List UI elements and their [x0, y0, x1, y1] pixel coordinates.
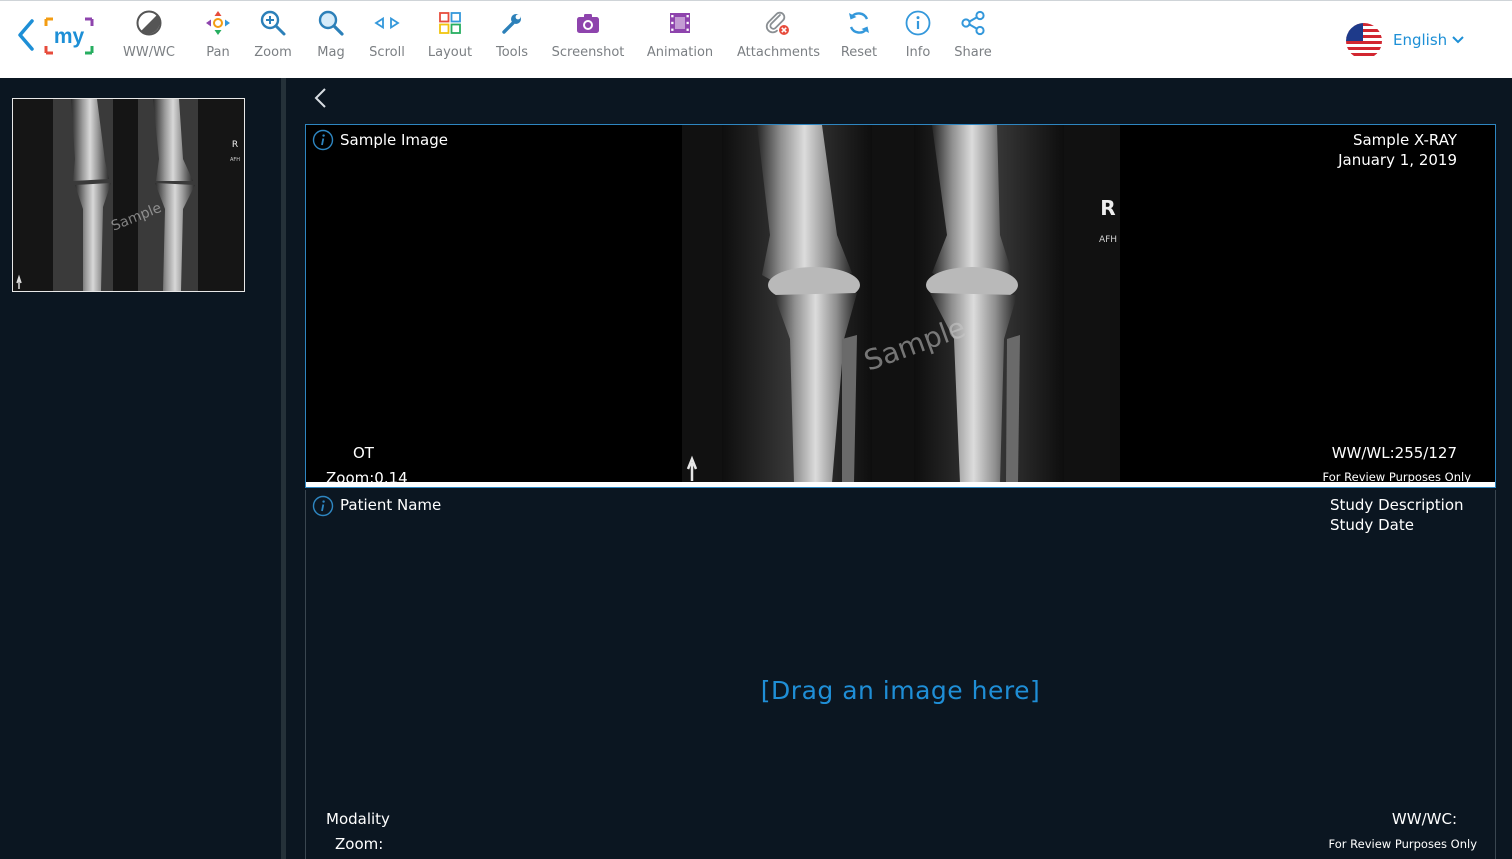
tool-attachments-button[interactable]: Attachments: [737, 7, 820, 69]
tool-screenshot-label: Screenshot: [551, 45, 625, 60]
study-date-label: Study Date: [1330, 516, 1414, 534]
zoom-icon: [260, 10, 286, 36]
tool-tools-label: Tools: [495, 45, 529, 60]
reset-icon: [849, 12, 869, 34]
patient-name-label: Patient Name: [340, 496, 442, 514]
share-icon: [961, 10, 985, 36]
empty-viewport[interactable]: Patient Name Study Description Study Dat…: [305, 490, 1496, 859]
main-toolbar: my WW/WC Pan Zoom Mag Scroll Layout Tool…: [0, 0, 1512, 78]
modality-value: OT: [353, 444, 374, 462]
viewport-info-icon[interactable]: [312, 495, 334, 517]
language-label: English: [1393, 31, 1448, 49]
series-thumbnail[interactable]: R AFH Sample: [12, 98, 245, 292]
svg-text:R: R: [232, 140, 238, 150]
active-viewport[interactable]: R AFH Sample Sample Image Sample X-RAY J…: [305, 124, 1496, 488]
review-disclaimer: For Review Purposes Only: [1328, 837, 1477, 851]
us-flag-icon: [1346, 23, 1382, 59]
thumbnail-xray-image: R AFH Sample: [13, 99, 244, 291]
drag-image-prompt: [Drag an image here]: [760, 676, 1041, 705]
tool-share-button[interactable]: Share: [933, 7, 1013, 69]
info-icon: [905, 10, 931, 36]
tool-animation-label: Animation: [646, 45, 714, 60]
window-width-center-label: WW/WC:: [1391, 810, 1457, 828]
study-description: Sample X-RAY: [1352, 131, 1457, 149]
viewport-info-icon[interactable]: [312, 129, 334, 151]
magnifier-icon: [318, 10, 344, 36]
thumbnail-panel: R AFH Sample: [0, 78, 281, 859]
svg-text:AFH: AFH: [1099, 235, 1117, 245]
wrench-icon: [502, 14, 521, 34]
xray-image: R AFH Sample: [682, 125, 1120, 483]
viewport-scrollbar[interactable]: [306, 482, 1495, 487]
film-icon: [670, 13, 690, 33]
tool-screenshot-button[interactable]: Screenshot: [548, 7, 628, 69]
tool-tools-button[interactable]: Tools: [472, 7, 552, 69]
modality-label: Modality: [326, 810, 390, 828]
tool-share-label: Share: [954, 45, 992, 60]
study-description-label: Study Description: [1330, 496, 1464, 514]
tool-attachments-label: Attachments: [737, 45, 820, 60]
chevron-down-icon: [1452, 36, 1464, 44]
tool-animation-button[interactable]: Animation: [640, 7, 720, 69]
tool-wwwc-button[interactable]: WW/WC: [109, 7, 189, 69]
layout-grid-icon: [439, 12, 461, 34]
study-date: January 1, 2019: [1338, 151, 1457, 169]
pan-arrows-icon: [206, 11, 230, 35]
contrast-icon: [136, 10, 162, 36]
scroll-arrows-icon: [374, 16, 400, 30]
image-title: Sample Image: [340, 131, 448, 149]
zoom-label: Zoom:: [335, 835, 384, 853]
camera-icon: [577, 14, 599, 33]
logo-text: my: [54, 25, 85, 48]
window-level-value: WW/WL:255/127: [1331, 444, 1457, 462]
tool-wwwc-label: WW/WC: [122, 45, 176, 60]
app-logo[interactable]: my: [44, 17, 94, 55]
svg-text:AFH: AFH: [230, 157, 240, 163]
back-chevron-icon[interactable]: [14, 17, 38, 53]
svg-text:R: R: [1100, 196, 1115, 220]
panel-splitter[interactable]: [281, 78, 286, 859]
collapse-panel-chevron-icon[interactable]: [310, 86, 332, 110]
paperclip-icon: [765, 11, 789, 35]
